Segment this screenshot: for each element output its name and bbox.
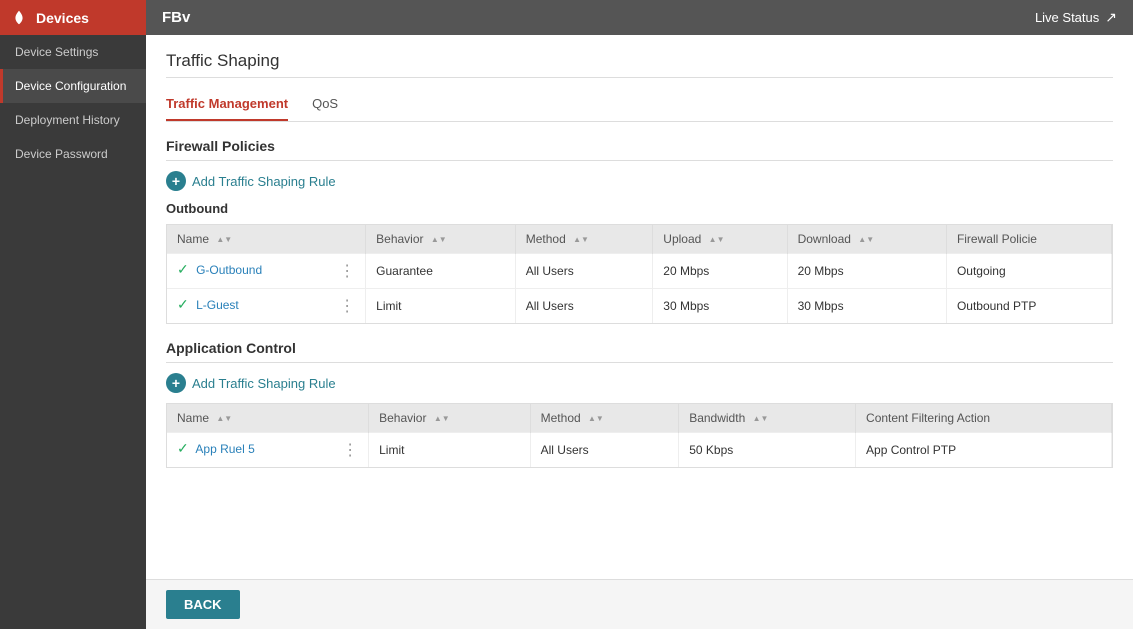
sidebar-item-device-configuration[interactable]: Device Configuration <box>0 69 146 103</box>
add-firewall-rule-button[interactable]: + Add Traffic Shaping Rule <box>166 171 1113 191</box>
plus-circle-icon-2: + <box>166 373 186 393</box>
sort-icon: ▲▼ <box>858 236 874 244</box>
app-control-divider <box>166 362 1113 363</box>
tabs: Traffic Management QoS <box>166 90 1113 122</box>
sort-icon: ▲▼ <box>431 236 447 244</box>
firewall-row-download: 20 Mbps <box>787 254 946 289</box>
check-icon: ✓ <box>177 440 189 456</box>
sort-icon: ▲▼ <box>753 415 769 423</box>
firewall-divider <box>166 160 1113 161</box>
sidebar-item-deployment-history[interactable]: Deployment History <box>0 103 146 137</box>
col-name: Name ▲▼ <box>167 404 369 433</box>
plus-circle-icon: + <box>166 171 186 191</box>
firewall-row-method: All Users <box>515 289 653 324</box>
content-area: Traffic Shaping Traffic Management QoS F… <box>146 35 1133 579</box>
check-icon: ✓ <box>177 296 189 312</box>
sort-icon: ▲▼ <box>573 236 589 244</box>
firewall-table: Name ▲▼ Behavior ▲▼ Method ▲▼ Upload <box>167 225 1112 323</box>
app-row-behavior: Limit <box>369 433 531 468</box>
kebab-menu-icon[interactable]: ⋮ <box>342 440 358 460</box>
app-row-content-filtering: App Control PTP <box>856 433 1112 468</box>
sidebar-item-device-password[interactable]: Device Password <box>0 137 146 171</box>
col-method: Method ▲▼ <box>530 404 679 433</box>
kebab-menu-icon[interactable]: ⋮ <box>339 261 355 281</box>
app-row-name: ✓ App Ruel 5 ⋮ <box>167 433 369 468</box>
topbar: FBv Live Status ↗ <box>146 0 1133 35</box>
add-app-rule-button[interactable]: + Add Traffic Shaping Rule <box>166 373 1113 393</box>
table-row: ✓ App Ruel 5 ⋮ Limit All Users 50 Kbps A… <box>167 433 1112 468</box>
app-control-table-wrapper: Name ▲▼ Behavior ▲▼ Method ▲▼ Bandwidt <box>166 403 1113 468</box>
table-row: ✓ G-Outbound ⋮ Guarantee All Users 20 Mb… <box>167 254 1112 289</box>
tab-qos[interactable]: QoS <box>312 90 338 121</box>
live-status-button[interactable]: Live Status ↗ <box>1035 9 1117 26</box>
bottom-bar: BACK <box>146 579 1133 629</box>
sort-icon: ▲▼ <box>216 415 232 423</box>
firewall-row-download: 30 Mbps <box>787 289 946 324</box>
sidebar-header: Devices <box>0 0 146 35</box>
firewall-row-name: ✓ G-Outbound ⋮ <box>167 254 366 289</box>
col-upload: Upload ▲▼ <box>653 225 787 254</box>
firewall-row-behavior: Guarantee <box>366 254 516 289</box>
app-control-section-title: Application Control <box>166 340 1113 356</box>
app-row-bandwidth: 50 Kbps <box>679 433 856 468</box>
sidebar-item-device-settings[interactable]: Device Settings <box>0 35 146 69</box>
rule-name-link[interactable]: App Ruel 5 <box>195 442 254 456</box>
col-method: Method ▲▼ <box>515 225 653 254</box>
rule-name-link[interactable]: L-Guest <box>196 298 239 312</box>
back-button[interactable]: BACK <box>166 590 240 619</box>
col-bandwidth: Bandwidth ▲▼ <box>679 404 856 433</box>
firewall-table-wrapper: Name ▲▼ Behavior ▲▼ Method ▲▼ Upload <box>166 224 1113 324</box>
app-control-table: Name ▲▼ Behavior ▲▼ Method ▲▼ Bandwidt <box>167 404 1112 467</box>
topbar-title: FBv <box>162 9 190 26</box>
sort-icon: ▲▼ <box>709 236 725 244</box>
outbound-label: Outbound <box>166 201 1113 216</box>
firewall-row-name: ✓ L-Guest ⋮ <box>167 289 366 324</box>
firewall-row-policy: Outgoing <box>946 254 1111 289</box>
col-firewall-policy: Firewall Policie <box>946 225 1111 254</box>
app-row-method: All Users <box>530 433 679 468</box>
col-content-filtering: Content Filtering Action <box>856 404 1112 433</box>
col-behavior: Behavior ▲▼ <box>366 225 516 254</box>
sidebar-brand: Devices <box>36 10 89 26</box>
firewall-row-upload: 30 Mbps <box>653 289 787 324</box>
sort-icon: ▲▼ <box>588 415 604 423</box>
col-behavior: Behavior ▲▼ <box>369 404 531 433</box>
check-icon: ✓ <box>177 261 189 277</box>
col-name: Name ▲▼ <box>167 225 366 254</box>
firewall-row-method: All Users <box>515 254 653 289</box>
firewall-section-title: Firewall Policies <box>166 138 1113 154</box>
title-divider <box>166 77 1113 78</box>
sidebar: Devices Device Settings Device Configura… <box>0 0 146 629</box>
rule-name-link[interactable]: G-Outbound <box>196 263 262 277</box>
flame-icon <box>10 9 28 27</box>
firewall-row-behavior: Limit <box>366 289 516 324</box>
table-row: ✓ L-Guest ⋮ Limit All Users 30 Mbps 30 M… <box>167 289 1112 324</box>
external-link-icon: ↗ <box>1105 9 1117 26</box>
page-title: Traffic Shaping <box>166 51 1113 71</box>
tab-traffic-management[interactable]: Traffic Management <box>166 90 288 121</box>
main: FBv Live Status ↗ Traffic Shaping Traffi… <box>146 0 1133 629</box>
firewall-row-policy: Outbound PTP <box>946 289 1111 324</box>
firewall-row-upload: 20 Mbps <box>653 254 787 289</box>
sort-icon: ▲▼ <box>216 236 232 244</box>
col-download: Download ▲▼ <box>787 225 946 254</box>
sort-icon: ▲▼ <box>434 415 450 423</box>
kebab-menu-icon[interactable]: ⋮ <box>339 296 355 316</box>
